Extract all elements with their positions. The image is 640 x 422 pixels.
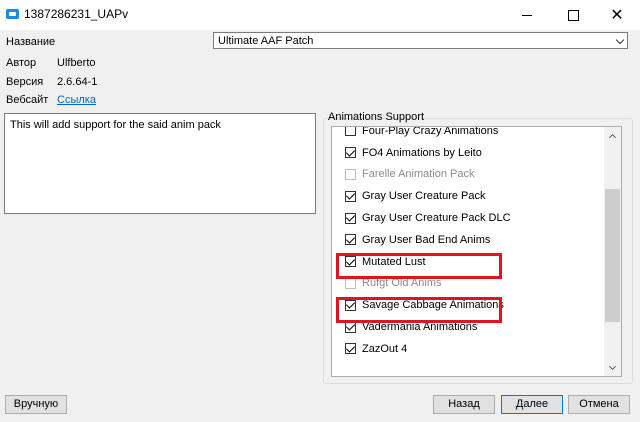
scroll-down-button[interactable] — [604, 359, 621, 376]
checkbox — [345, 168, 356, 180]
checkbox[interactable] — [345, 190, 356, 202]
list-item[interactable]: FO4 Animations by Leito — [332, 142, 605, 164]
checkbox-label: ZazOut 4 — [362, 342, 408, 355]
checkbox-label: Gray User Creature Pack DLC — [362, 212, 511, 225]
list-item[interactable]: Gray User Bad End Anims — [332, 229, 605, 251]
group-label: Animations Support — [328, 111, 424, 123]
chevron-down-icon — [615, 35, 625, 45]
chevron-down-icon — [608, 362, 617, 370]
scrollbar[interactable] — [604, 127, 621, 376]
back-button[interactable]: Назад — [433, 395, 495, 414]
checkbox[interactable] — [345, 127, 356, 137]
list-item[interactable]: ZazOut 4 — [332, 338, 605, 360]
highlight-mutated-lust — [336, 253, 502, 279]
animations-list[interactable]: Four-Play Crazy Animations FO4 Animations… — [331, 126, 622, 377]
checkbox-label: Gray User Bad End Anims — [362, 233, 491, 246]
checkbox[interactable] — [345, 321, 356, 333]
checkbox-label: FO4 Animations by Leito — [362, 146, 482, 159]
name-select[interactable]: Ultimate AAF Patch — [213, 32, 628, 49]
maximize-button[interactable] — [550, 0, 596, 30]
website-label: Вебсайт — [6, 94, 49, 106]
author-label: Автор — [6, 57, 37, 69]
list-item[interactable]: Gray User Creature Pack — [332, 185, 605, 207]
next-button[interactable]: Далее — [501, 395, 563, 414]
checkbox — [345, 277, 356, 289]
description-text: This will add support for the said anim … — [10, 119, 221, 131]
checkbox-label: Farelle Animation Pack — [362, 168, 475, 181]
checkbox-label: Gray User Creature Pack — [362, 190, 486, 203]
list-item[interactable]: Gray User Creature Pack DLC — [332, 207, 605, 229]
checkbox-label: Four-Play Crazy Animations — [362, 126, 499, 137]
close-button[interactable]: ✕ — [594, 0, 640, 30]
title-bar[interactable]: 1387286231_UAPv ✕ — [0, 0, 640, 30]
app-icon — [6, 9, 19, 19]
checkbox[interactable] — [345, 343, 356, 355]
name-select-value: Ultimate AAF Patch — [218, 35, 314, 47]
scroll-up-button[interactable] — [604, 127, 621, 144]
version-value: 2.6.64-1 — [57, 76, 98, 88]
scroll-thumb[interactable] — [605, 188, 620, 323]
list-item[interactable]: Four-Play Crazy Animations — [332, 126, 605, 142]
list-item: Farelle Animation Pack — [332, 164, 605, 186]
description-box[interactable]: This will add support for the said anim … — [4, 113, 316, 214]
checkbox[interactable] — [345, 212, 356, 224]
minimize-icon — [522, 14, 532, 16]
checkbox[interactable] — [345, 234, 356, 246]
version-label: Версия — [6, 76, 44, 88]
highlight-savage-cabbage — [336, 297, 502, 323]
manual-button[interactable]: Вручную — [5, 395, 67, 414]
name-label: Название — [6, 36, 56, 48]
window-title: 1387286231_UAPv — [24, 7, 129, 21]
list-items: Four-Play Crazy Animations FO4 Animations… — [332, 126, 605, 360]
author-value: Ulfberto — [57, 57, 96, 69]
cancel-button[interactable]: Отмена — [568, 395, 630, 414]
checkbox[interactable] — [345, 147, 356, 159]
checkbox-label: Rufgt Old Anims — [362, 277, 442, 290]
chevron-up-icon — [608, 133, 617, 141]
minimize-button[interactable] — [504, 0, 550, 30]
close-icon: ✕ — [610, 7, 624, 24]
website-link[interactable]: Ссылка — [57, 94, 96, 106]
maximize-icon — [567, 9, 579, 21]
